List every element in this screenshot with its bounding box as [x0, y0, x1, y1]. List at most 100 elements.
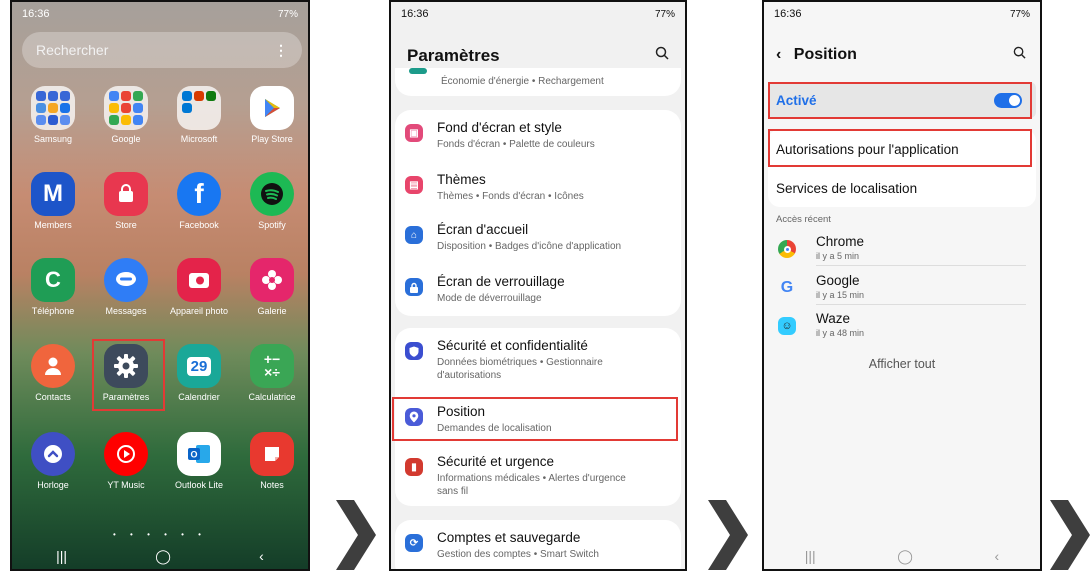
setting-themes[interactable]: ▤ Thèmes Thèmes • Fonds d'écran • Icônes — [405, 172, 677, 203]
app-gallery[interactable]: Galerie — [237, 258, 307, 316]
app-yt-music[interactable]: YT Music — [91, 432, 161, 490]
battery-level: 77% — [277, 8, 298, 20]
setting-subtitle: Informations médicales • Alertes d'urgen… — [437, 473, 626, 497]
more-options-icon[interactable]: ⋮ — [274, 42, 288, 59]
app-name: Chrome — [816, 234, 865, 249]
gallery-flower-icon — [250, 258, 294, 302]
app-samsung-folder[interactable]: Samsung — [18, 86, 88, 144]
recent-apps-icon[interactable]: ||| — [56, 548, 67, 564]
setting-title: Thèmes — [437, 172, 486, 187]
show-all-link[interactable]: Afficher tout — [764, 357, 1040, 371]
setting-accounts-backup[interactable]: ⟳ Comptes et sauvegarde Gestion des compt… — [405, 530, 677, 561]
next-step-arrow-icon — [708, 500, 748, 570]
app-label: Calculatrice — [248, 392, 296, 402]
app-members[interactable]: M Members — [18, 172, 88, 230]
wallpaper-icon: ▣ — [405, 124, 423, 142]
app-messages[interactable]: Messages — [91, 258, 161, 316]
app-label: Calendrier — [178, 392, 220, 402]
setting-safety-emergency[interactable]: ▮ Sécurité et urgence Informations médica… — [405, 454, 677, 498]
waze-icon: ☺ — [778, 317, 796, 335]
recent-app-waze[interactable]: ☺ Waze il y a 48 min — [778, 311, 1026, 342]
highlight-app-permissions — [768, 129, 1032, 167]
contacts-person-icon — [31, 344, 75, 388]
app-access-time: il y a 5 min — [816, 251, 860, 261]
app-label: Google — [111, 134, 141, 144]
recent-apps-icon[interactable]: ||| — [805, 548, 816, 564]
setting-lock-screen[interactable]: Écran de verrouillage Mode de déverrouill… — [405, 274, 677, 305]
recent-app-google[interactable]: G Google il y a 15 min — [778, 273, 1026, 305]
search-bar[interactable]: Rechercher ⋮ — [22, 32, 302, 68]
themes-icon: ▤ — [405, 176, 423, 194]
app-label: Play Store — [251, 134, 293, 144]
notes-icon — [250, 432, 294, 476]
app-clock[interactable]: Horloge — [18, 432, 88, 490]
back-icon[interactable]: ‹ — [995, 548, 1000, 564]
status-time: 16:36 — [22, 8, 50, 20]
app-phone[interactable]: C Téléphone — [18, 258, 88, 316]
recent-access-header: Accès récent — [776, 214, 831, 225]
app-store[interactable]: Store — [91, 172, 161, 230]
status-bar: 16:36 77% — [12, 2, 308, 26]
microsoft-folder-icon — [177, 86, 221, 130]
home-icon[interactable]: ◯ — [155, 548, 171, 565]
app-notes[interactable]: Notes — [237, 432, 307, 490]
app-contacts[interactable]: Contacts — [18, 344, 88, 402]
recent-app-chrome[interactable]: Chrome il y a 5 min — [778, 234, 1026, 266]
shopping-bag-icon — [104, 172, 148, 216]
status-time: 16:36 — [774, 8, 802, 20]
back-icon[interactable]: ‹ — [259, 548, 264, 564]
setting-wallpaper-style[interactable]: ▣ Fond d'écran et style Fonds d'écran • P… — [405, 120, 677, 151]
app-outlook-lite[interactable]: O Outlook Lite — [164, 432, 234, 490]
app-label: Galerie — [257, 306, 287, 316]
highlight-position-setting — [392, 397, 678, 441]
app-play-store[interactable]: Play Store — [237, 86, 307, 144]
location-services-row[interactable]: Services de localisation — [768, 169, 1036, 207]
app-google-folder[interactable]: Google — [91, 86, 161, 144]
search-icon[interactable] — [1013, 46, 1026, 63]
app-access-time: il y a 48 min — [816, 328, 865, 338]
app-label: Messages — [105, 306, 147, 316]
search-icon[interactable] — [655, 46, 669, 64]
app-label: Appareil photo — [169, 306, 229, 316]
navigation-bar: ||| ◯ ‹ — [764, 543, 1040, 569]
app-access-time: il y a 15 min — [816, 290, 865, 300]
app-label: Store — [115, 220, 137, 230]
google-folder-icon — [104, 86, 148, 130]
emergency-icon: ▮ — [405, 458, 423, 476]
partial-setting-sub: Économie d'énergie • Rechargement — [441, 76, 604, 87]
app-microsoft-folder[interactable]: Microsoft — [164, 86, 234, 144]
app-label: Members — [34, 220, 72, 230]
camera-icon — [177, 258, 221, 302]
app-calculator[interactable]: +− ×÷ Calculatrice — [237, 344, 307, 402]
messages-icon — [104, 258, 148, 302]
calculator-icon: +− ×÷ — [250, 344, 294, 388]
facebook-icon: f — [177, 172, 221, 216]
setting-home-screen[interactable]: ⌂ Écran d'accueil Disposition • Badges d'… — [405, 222, 677, 253]
setting-security-privacy[interactable]: Sécurité et confidentialité Données biomé… — [405, 338, 677, 382]
setting-title: Sécurité et confidentialité — [437, 338, 588, 353]
app-label: Téléphone — [31, 306, 75, 316]
setting-subtitle: Disposition • Badges d'icône d'applicati… — [437, 241, 622, 252]
app-camera[interactable]: Appareil photo — [164, 258, 234, 316]
back-arrow-icon[interactable]: ‹ — [776, 46, 781, 63]
play-store-icon — [250, 86, 294, 130]
page-title: Paramètres — [407, 46, 500, 65]
location-services-label: Services de localisation — [776, 180, 918, 196]
app-spotify[interactable]: Spotify — [237, 172, 307, 230]
app-calendar[interactable]: 29 Calendrier — [164, 344, 234, 402]
calendar-date: 29 — [186, 356, 212, 376]
settings-card-partial: Économie d'énergie • Rechargement — [395, 68, 681, 96]
app-label: Microsoft — [180, 134, 218, 144]
status-time: 16:36 — [401, 8, 429, 20]
app-label: Contacts — [35, 392, 71, 402]
app-label: YT Music — [107, 480, 145, 490]
highlight-toggle — [768, 82, 1032, 119]
home-icon[interactable]: ◯ — [897, 548, 913, 565]
status-bar: 16:36 77% — [764, 2, 1040, 26]
app-facebook[interactable]: f Facebook — [164, 172, 234, 230]
tutorial-canvas: 16:36 77% Rechercher ⋮ Samsung Google Mi… — [0, 0, 1090, 571]
home-screen-icon: ⌂ — [405, 226, 423, 244]
setting-subtitle: Données biométriques • Gestionnaire d'au… — [437, 357, 603, 381]
members-icon: M — [31, 172, 75, 216]
next-step-arrow-icon — [336, 500, 376, 570]
